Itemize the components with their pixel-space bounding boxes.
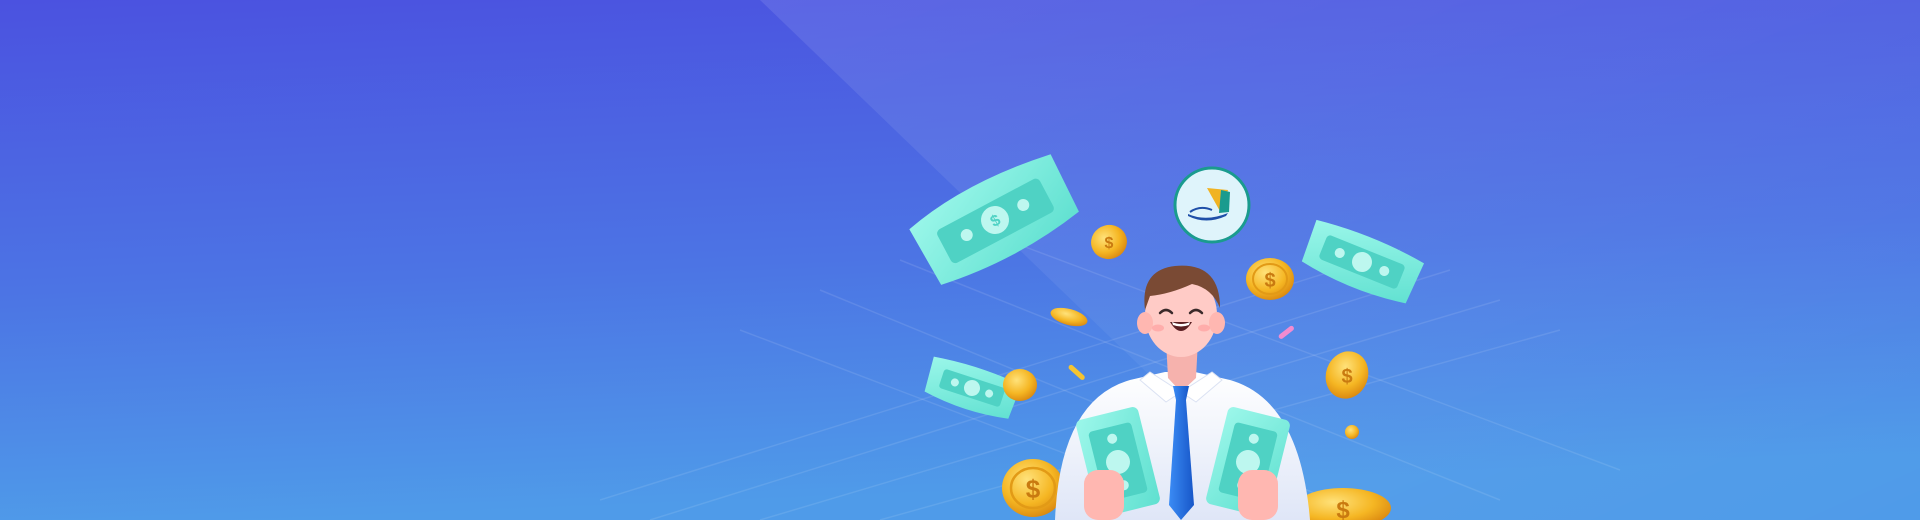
hand [1238, 470, 1278, 520]
gold-coin-icon: $ [1002, 459, 1064, 517]
gold-coin-icon: $ [1246, 258, 1294, 300]
svg-text:$: $ [1105, 235, 1114, 252]
sailboat-logo-icon [1173, 166, 1251, 244]
gold-coin-icon [1003, 369, 1037, 401]
svg-text:$: $ [1264, 270, 1275, 292]
svg-text:$: $ [1341, 366, 1352, 388]
hero-banner: $ $ $ $ $ $ [0, 0, 1920, 520]
svg-text:$: $ [1336, 497, 1350, 520]
svg-text:$: $ [1026, 474, 1041, 504]
gold-dot [1345, 425, 1359, 439]
hand [1084, 470, 1124, 520]
banner-illustration: $ $ $ $ $ $ [0, 0, 1920, 520]
